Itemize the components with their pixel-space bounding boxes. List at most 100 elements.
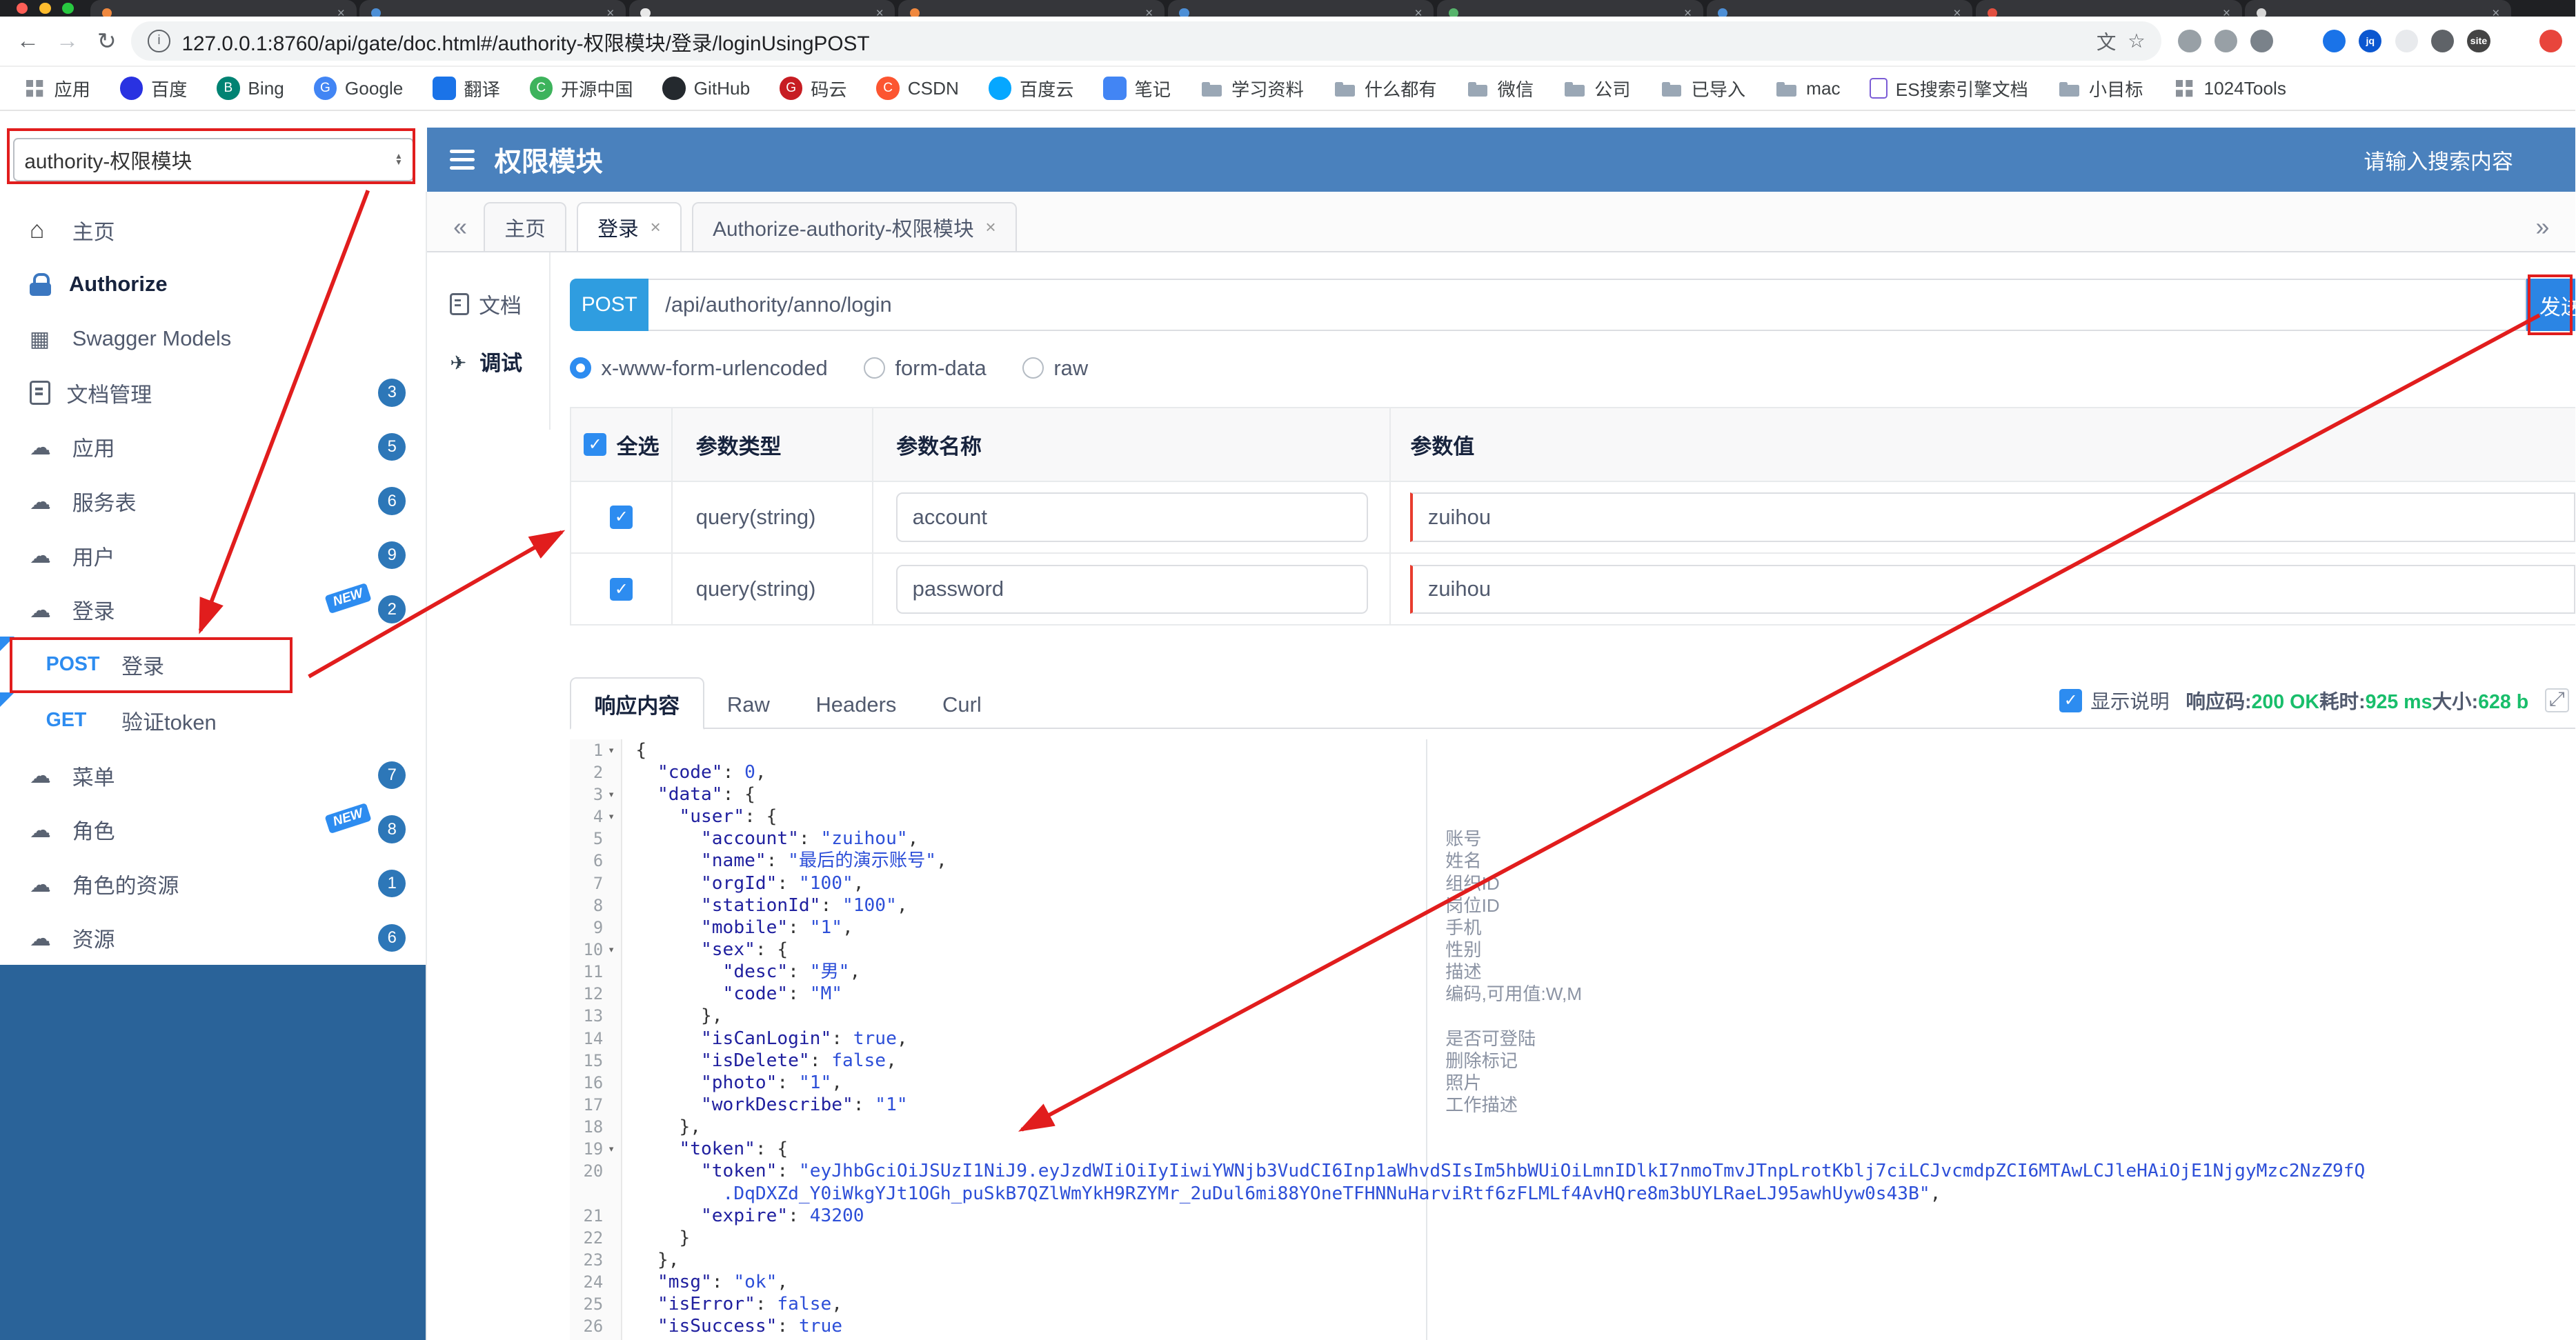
bookmark-item[interactable]: B Bing <box>217 77 284 100</box>
url-text[interactable]: 127.0.0.1:8760/api/gate/doc.html#/author… <box>181 26 2085 57</box>
browser-tab[interactable]: × <box>359 0 626 17</box>
param-name-input[interactable]: account <box>896 492 1368 542</box>
rail-item[interactable]: 文档 <box>427 275 549 332</box>
sidebar-item[interactable]: 登录 NEW 2 <box>0 582 426 637</box>
doc-tab[interactable]: 登录 × <box>576 201 682 251</box>
sidebar-item[interactable]: 服务表 6 <box>0 474 426 528</box>
param-checkbox[interactable] <box>610 577 633 601</box>
extension-icon[interactable] <box>2395 29 2418 53</box>
translate-icon[interactable]: 文 <box>2097 27 2117 55</box>
param-checkbox[interactable] <box>610 506 633 529</box>
tab-close-icon[interactable]: × <box>2223 6 2230 16</box>
response-tab[interactable]: 响应内容 <box>570 677 704 730</box>
bookmark-item[interactable]: 笔记 <box>1103 75 1171 101</box>
close-window-icon[interactable] <box>16 2 28 14</box>
bookmark-item[interactable]: ES搜索引擎文档 <box>1870 75 2028 101</box>
show-description-toggle[interactable]: 显示说明 <box>2059 686 2170 714</box>
content-type-radio[interactable]: x-www-form-urlencoded <box>570 356 828 381</box>
module-select[interactable]: authority-权限模块 ▲ ▼ <box>13 137 414 182</box>
content-type-radio[interactable]: form-data <box>864 356 987 381</box>
send-button[interactable]: 发送 <box>2526 278 2576 332</box>
show-description-checkbox[interactable] <box>2059 689 2083 712</box>
zoom-window-icon[interactable] <box>62 2 75 14</box>
extension-icon[interactable] <box>2322 29 2346 53</box>
bookmark-item[interactable]: 什么都有 <box>1334 75 1437 101</box>
fold-icon[interactable]: ▾ <box>605 1138 618 1160</box>
bookmark-item[interactable]: 已导入 <box>1660 75 1745 101</box>
sidebar-item[interactable]: 角色 NEW 8 <box>0 802 426 857</box>
bookmark-item[interactable]: G Google <box>313 77 403 100</box>
tab-close-icon[interactable]: × <box>1953 6 1961 16</box>
bookmark-item[interactable]: GitHub <box>662 77 750 100</box>
sidebar-subitem[interactable]: GET 验证token <box>0 692 426 748</box>
bookmark-item[interactable]: 百度云 <box>988 75 1074 101</box>
sidebar-item[interactable]: 角色的资源 1 <box>0 857 426 911</box>
minimize-window-icon[interactable] <box>39 2 51 14</box>
forward-button[interactable]: → <box>52 28 82 54</box>
header-search-input[interactable]: 请输入搜索内容 <box>2364 144 2513 175</box>
browser-tab[interactable]: × <box>1167 0 1434 17</box>
bookmark-star-icon[interactable]: ☆ <box>2128 29 2146 53</box>
address-bar[interactable]: i 127.0.0.1:8760/api/gate/doc.html#/auth… <box>131 21 2162 61</box>
extension-icon[interactable]: jq <box>2359 29 2382 53</box>
tab-close-icon[interactable]: × <box>337 6 345 16</box>
doc-tab[interactable]: Authorize-authority-权限模块 × <box>691 201 1018 251</box>
tab-close-icon[interactable]: × <box>606 6 614 16</box>
scroll-left-button[interactable]: « <box>437 213 483 251</box>
response-tab[interactable]: Headers <box>793 680 920 729</box>
param-name-input[interactable]: password <box>896 564 1368 614</box>
content-type-radio[interactable]: raw <box>1022 356 1088 381</box>
sidebar-item[interactable]: Swagger Models <box>0 312 426 366</box>
bookmark-item[interactable]: 1024Tools <box>2172 77 2286 99</box>
scroll-right-button[interactable]: » <box>2519 213 2566 251</box>
bookmark-item[interactable]: C CSDN <box>876 77 959 100</box>
sidebar-subitem[interactable]: POST 登录 <box>0 636 426 692</box>
browser-tab[interactable]: × <box>628 0 895 17</box>
sidebar-item[interactable]: 文档管理 3 <box>0 366 426 420</box>
bookmark-item[interactable]: C 开源中国 <box>529 75 633 101</box>
param-value-input[interactable]: zuihou <box>1410 564 2576 614</box>
sidebar-item[interactable]: Authorize <box>0 257 426 312</box>
extension-icon[interactable] <box>2504 30 2526 52</box>
extension-icon[interactable] <box>2539 29 2563 53</box>
extension-icon[interactable]: site <box>2467 29 2490 53</box>
tab-close-icon[interactable]: × <box>1415 6 1423 16</box>
bookmark-item[interactable]: mac <box>1775 77 1841 99</box>
sidebar-item[interactable]: 用户 9 <box>0 528 426 583</box>
bookmark-item[interactable]: 小目标 <box>2058 75 2143 101</box>
extension-icon[interactable] <box>2250 29 2274 53</box>
request-url-input[interactable]: /api/authority/anno/login <box>648 278 2526 332</box>
rail-item[interactable]: 调试 <box>427 332 549 390</box>
fold-icon[interactable]: ▾ <box>605 783 618 806</box>
window-controls[interactable] <box>0 0 90 17</box>
bookmark-item[interactable]: 学习资料 <box>1200 75 1304 101</box>
fold-icon[interactable]: ▾ <box>605 939 618 961</box>
bookmark-item[interactable]: G 码云 <box>780 75 847 101</box>
browser-tab[interactable]: × <box>898 0 1165 17</box>
tab-close-icon[interactable]: × <box>650 217 660 238</box>
sidebar-item[interactable]: 应用 5 <box>0 420 426 474</box>
response-tab[interactable]: Raw <box>704 680 793 729</box>
sidebar-item[interactable]: 菜单 7 <box>0 748 426 803</box>
browser-tab[interactable]: × <box>90 0 357 17</box>
reload-button[interactable]: ↻ <box>92 28 121 55</box>
select-spinner-icon[interactable]: ▲ ▼ <box>395 152 403 166</box>
tab-close-icon[interactable]: × <box>985 217 995 238</box>
browser-tab[interactable]: × <box>2245 0 2512 17</box>
fold-icon[interactable]: ▾ <box>605 806 618 828</box>
browser-tab[interactable]: × <box>1706 0 1973 17</box>
tab-close-icon[interactable]: × <box>1145 6 1153 16</box>
browser-tab[interactable]: × <box>1975 0 2242 17</box>
bookmark-item[interactable]: 应用 <box>23 75 90 101</box>
extension-icon[interactable] <box>2286 30 2309 52</box>
bookmark-item[interactable]: 微信 <box>1466 75 1534 101</box>
extension-icon[interactable] <box>2214 29 2237 53</box>
param-value-input[interactable]: zuihou <box>1410 492 2576 542</box>
menu-toggle-icon[interactable] <box>450 150 475 170</box>
sidebar-item[interactable]: 主页 <box>0 203 426 257</box>
tab-close-icon[interactable]: × <box>2492 6 2499 16</box>
extension-icon[interactable] <box>2178 29 2201 53</box>
tab-close-icon[interactable]: × <box>876 6 884 16</box>
doc-tab[interactable]: 主页 <box>483 201 567 251</box>
bookmark-item[interactable]: 百度 <box>119 75 187 101</box>
